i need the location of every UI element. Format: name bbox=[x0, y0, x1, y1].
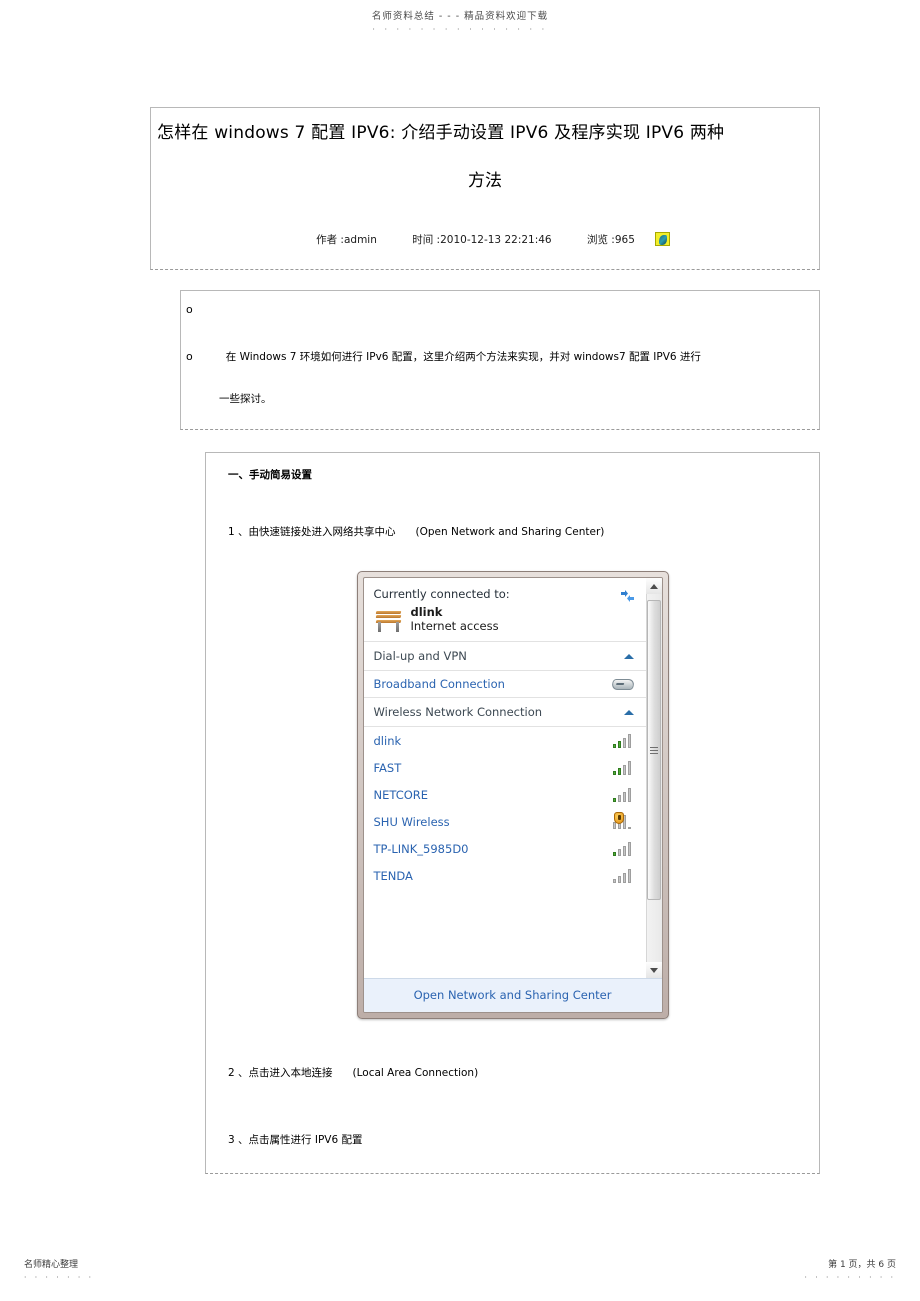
currently-connected-block: Currently connected to: dlink Internet a… bbox=[363, 578, 646, 642]
step-3-label-cn: 3 、点击属性进行 IPV6 配置 bbox=[228, 1134, 363, 1146]
windows-network-flyout-screenshot: Currently connected to: dlink Internet a… bbox=[356, 571, 669, 1019]
page-footer: 名师精心整理 · · · · · · · 第 1 页，共 6 页 · · · ·… bbox=[0, 1257, 920, 1289]
signal-bars-icon bbox=[612, 733, 634, 748]
secured-network-shield-icon bbox=[613, 812, 624, 824]
step-3: 3 、点击属性进行 IPV6 配置 bbox=[228, 1132, 819, 1147]
network-list-scrollbar[interactable] bbox=[645, 578, 662, 978]
modem-icon bbox=[610, 678, 635, 690]
article-intro-box: o o 在 Windows 7 环境如何进行 IPv6 配置，这里介绍两个方法来实… bbox=[180, 290, 820, 430]
section-header-dialup-vpn-label: Dial-up and VPN bbox=[373, 649, 467, 663]
intro-bullet-2: o 在 Windows 7 环境如何进行 IPv6 配置，这里介绍两个方法来实现，… bbox=[181, 347, 819, 367]
intro-bullet-1: o bbox=[186, 303, 193, 316]
network-row-tenda[interactable]: TENDA bbox=[364, 862, 646, 889]
watermark-text: 名师资料总结 - - - 精品资料欢迎下载 bbox=[371, 11, 549, 22]
page-title-line-1: 怎样在 windows 7 配置 IPV6: 介绍手动设置 IPV6 及程序实现… bbox=[157, 123, 725, 143]
signal-bars-icon bbox=[612, 868, 634, 883]
connected-network-name: dlink bbox=[410, 605, 443, 619]
intro-paragraph: 在 Windows 7 环境如何进行 IPv6 配置，这里介绍两个方法来实现，并… bbox=[225, 351, 701, 363]
meta-author: 作者 :admin bbox=[316, 234, 377, 246]
network-row-fast-label: FAST bbox=[373, 760, 402, 775]
step-1-label-cn: 1 、由快速链接处进入网络共享中心 bbox=[228, 526, 396, 538]
article-meta: 作者 :admin 时间 :2010-12-13 22:21:46 浏览 :96… bbox=[151, 232, 819, 247]
network-row-tp-link[interactable]: TP-LINK_5985D0 bbox=[364, 835, 646, 862]
article-title-box: 怎样在 windows 7 配置 IPV6: 介绍手动设置 IPV6 及程序实现… bbox=[150, 107, 820, 270]
section-header-dialup-vpn[interactable]: Dial-up and VPN bbox=[363, 642, 646, 671]
footer-right-dots: · · · · · · · · · bbox=[804, 1273, 896, 1282]
feed-icon[interactable] bbox=[654, 232, 670, 246]
footer-right-block: 第 1 页，共 6 页 · · · · · · · · · bbox=[804, 1257, 896, 1282]
network-row-dlink-label: dlink bbox=[373, 733, 402, 748]
connected-network-status: Internet access bbox=[410, 619, 499, 633]
network-row-broadband-connection[interactable]: Broadband Connection bbox=[363, 671, 646, 698]
signal-bars-icon bbox=[612, 760, 634, 775]
network-flyout-window: Currently connected to: dlink Internet a… bbox=[356, 571, 669, 1019]
network-row-netcore[interactable]: NETCORE bbox=[364, 781, 646, 808]
scrollbar-track[interactable] bbox=[646, 594, 662, 962]
network-row-dlink[interactable]: dlink bbox=[364, 727, 646, 754]
scroll-down-button[interactable] bbox=[646, 962, 662, 978]
connected-network-row[interactable]: dlink Internet access bbox=[374, 606, 636, 633]
network-refresh-icon[interactable] bbox=[619, 589, 636, 603]
section-header-wireless-label: Wireless Network Connection bbox=[373, 705, 543, 719]
signal-bars-icon bbox=[612, 787, 634, 802]
network-row-broadband-connection-label: Broadband Connection bbox=[373, 677, 505, 691]
chevron-up-icon[interactable] bbox=[623, 709, 634, 715]
currently-connected-label: Currently connected to: bbox=[373, 587, 510, 601]
step-1: 1 、由快速链接处进入网络共享中心 (Open Network and Shari… bbox=[228, 524, 819, 539]
step-2: 2 、点击进入本地连接 (Local Area Connection) bbox=[228, 1065, 819, 1080]
network-row-netcore-label: NETCORE bbox=[373, 787, 429, 802]
step-2-label-cn: 2 、点击进入本地连接 bbox=[228, 1067, 333, 1079]
signal-bars-icon bbox=[612, 812, 634, 829]
intro-bullet-2-marker: o bbox=[186, 350, 193, 363]
footer-left-text: 名师精心整理 bbox=[24, 1260, 79, 1270]
page-title-line-2: 方法 bbox=[468, 171, 502, 191]
section-header-wireless[interactable]: Wireless Network Connection bbox=[363, 698, 646, 727]
meta-time: 时间 :2010-12-13 22:21:46 bbox=[412, 234, 552, 246]
watermark-dots: · · · · · · · · · · · · · · · bbox=[372, 25, 548, 34]
section-heading-manual-setup: 一、手动简易设置 bbox=[228, 469, 312, 481]
top-watermark: 名师资料总结 - - - 精品资料欢迎下载 · · · · · · · · · … bbox=[0, 8, 920, 34]
page-number-text: 第 1 页，共 6 页 bbox=[828, 1260, 896, 1270]
signal-bars-icon bbox=[612, 841, 634, 856]
network-row-shu-wireless[interactable]: SHU Wireless bbox=[364, 808, 646, 835]
network-flyout-inner: Currently connected to: dlink Internet a… bbox=[362, 577, 663, 1013]
meta-views: 浏览 :965 bbox=[586, 234, 635, 246]
scroll-thumb-grip-icon bbox=[650, 746, 658, 754]
scroll-up-button[interactable] bbox=[646, 578, 662, 594]
network-list-area: Currently connected to: dlink Internet a… bbox=[363, 578, 662, 978]
network-row-shu-wireless-label: SHU Wireless bbox=[373, 814, 450, 829]
open-network-sharing-center-link[interactable]: Open Network and Sharing Center bbox=[363, 978, 662, 1012]
scroll-up-arrow-icon bbox=[650, 583, 658, 589]
footer-left-dots: · · · · · · · bbox=[24, 1273, 94, 1282]
intro-paragraph-continued: 一些探讨。 bbox=[219, 393, 272, 405]
step-2-label-en: (Local Area Connection) bbox=[352, 1067, 479, 1079]
home-network-bench-icon bbox=[374, 607, 404, 633]
network-row-tp-link-label: TP-LINK_5985D0 bbox=[373, 841, 469, 856]
step-1-label-en: (Open Network and Sharing Center) bbox=[415, 526, 605, 538]
scrollbar-thumb[interactable] bbox=[647, 600, 661, 900]
footer-left-block: 名师精心整理 · · · · · · · bbox=[24, 1257, 94, 1282]
article-steps-box: 一、手动简易设置 1 、由快速链接处进入网络共享中心 (Open Network … bbox=[205, 452, 820, 1174]
network-list-column: Currently connected to: dlink Internet a… bbox=[363, 578, 646, 978]
scroll-down-arrow-icon bbox=[650, 967, 658, 973]
chevron-up-icon[interactable] bbox=[623, 653, 634, 659]
network-row-fast[interactable]: FAST bbox=[364, 754, 646, 781]
network-row-tenda-label: TENDA bbox=[373, 868, 413, 883]
